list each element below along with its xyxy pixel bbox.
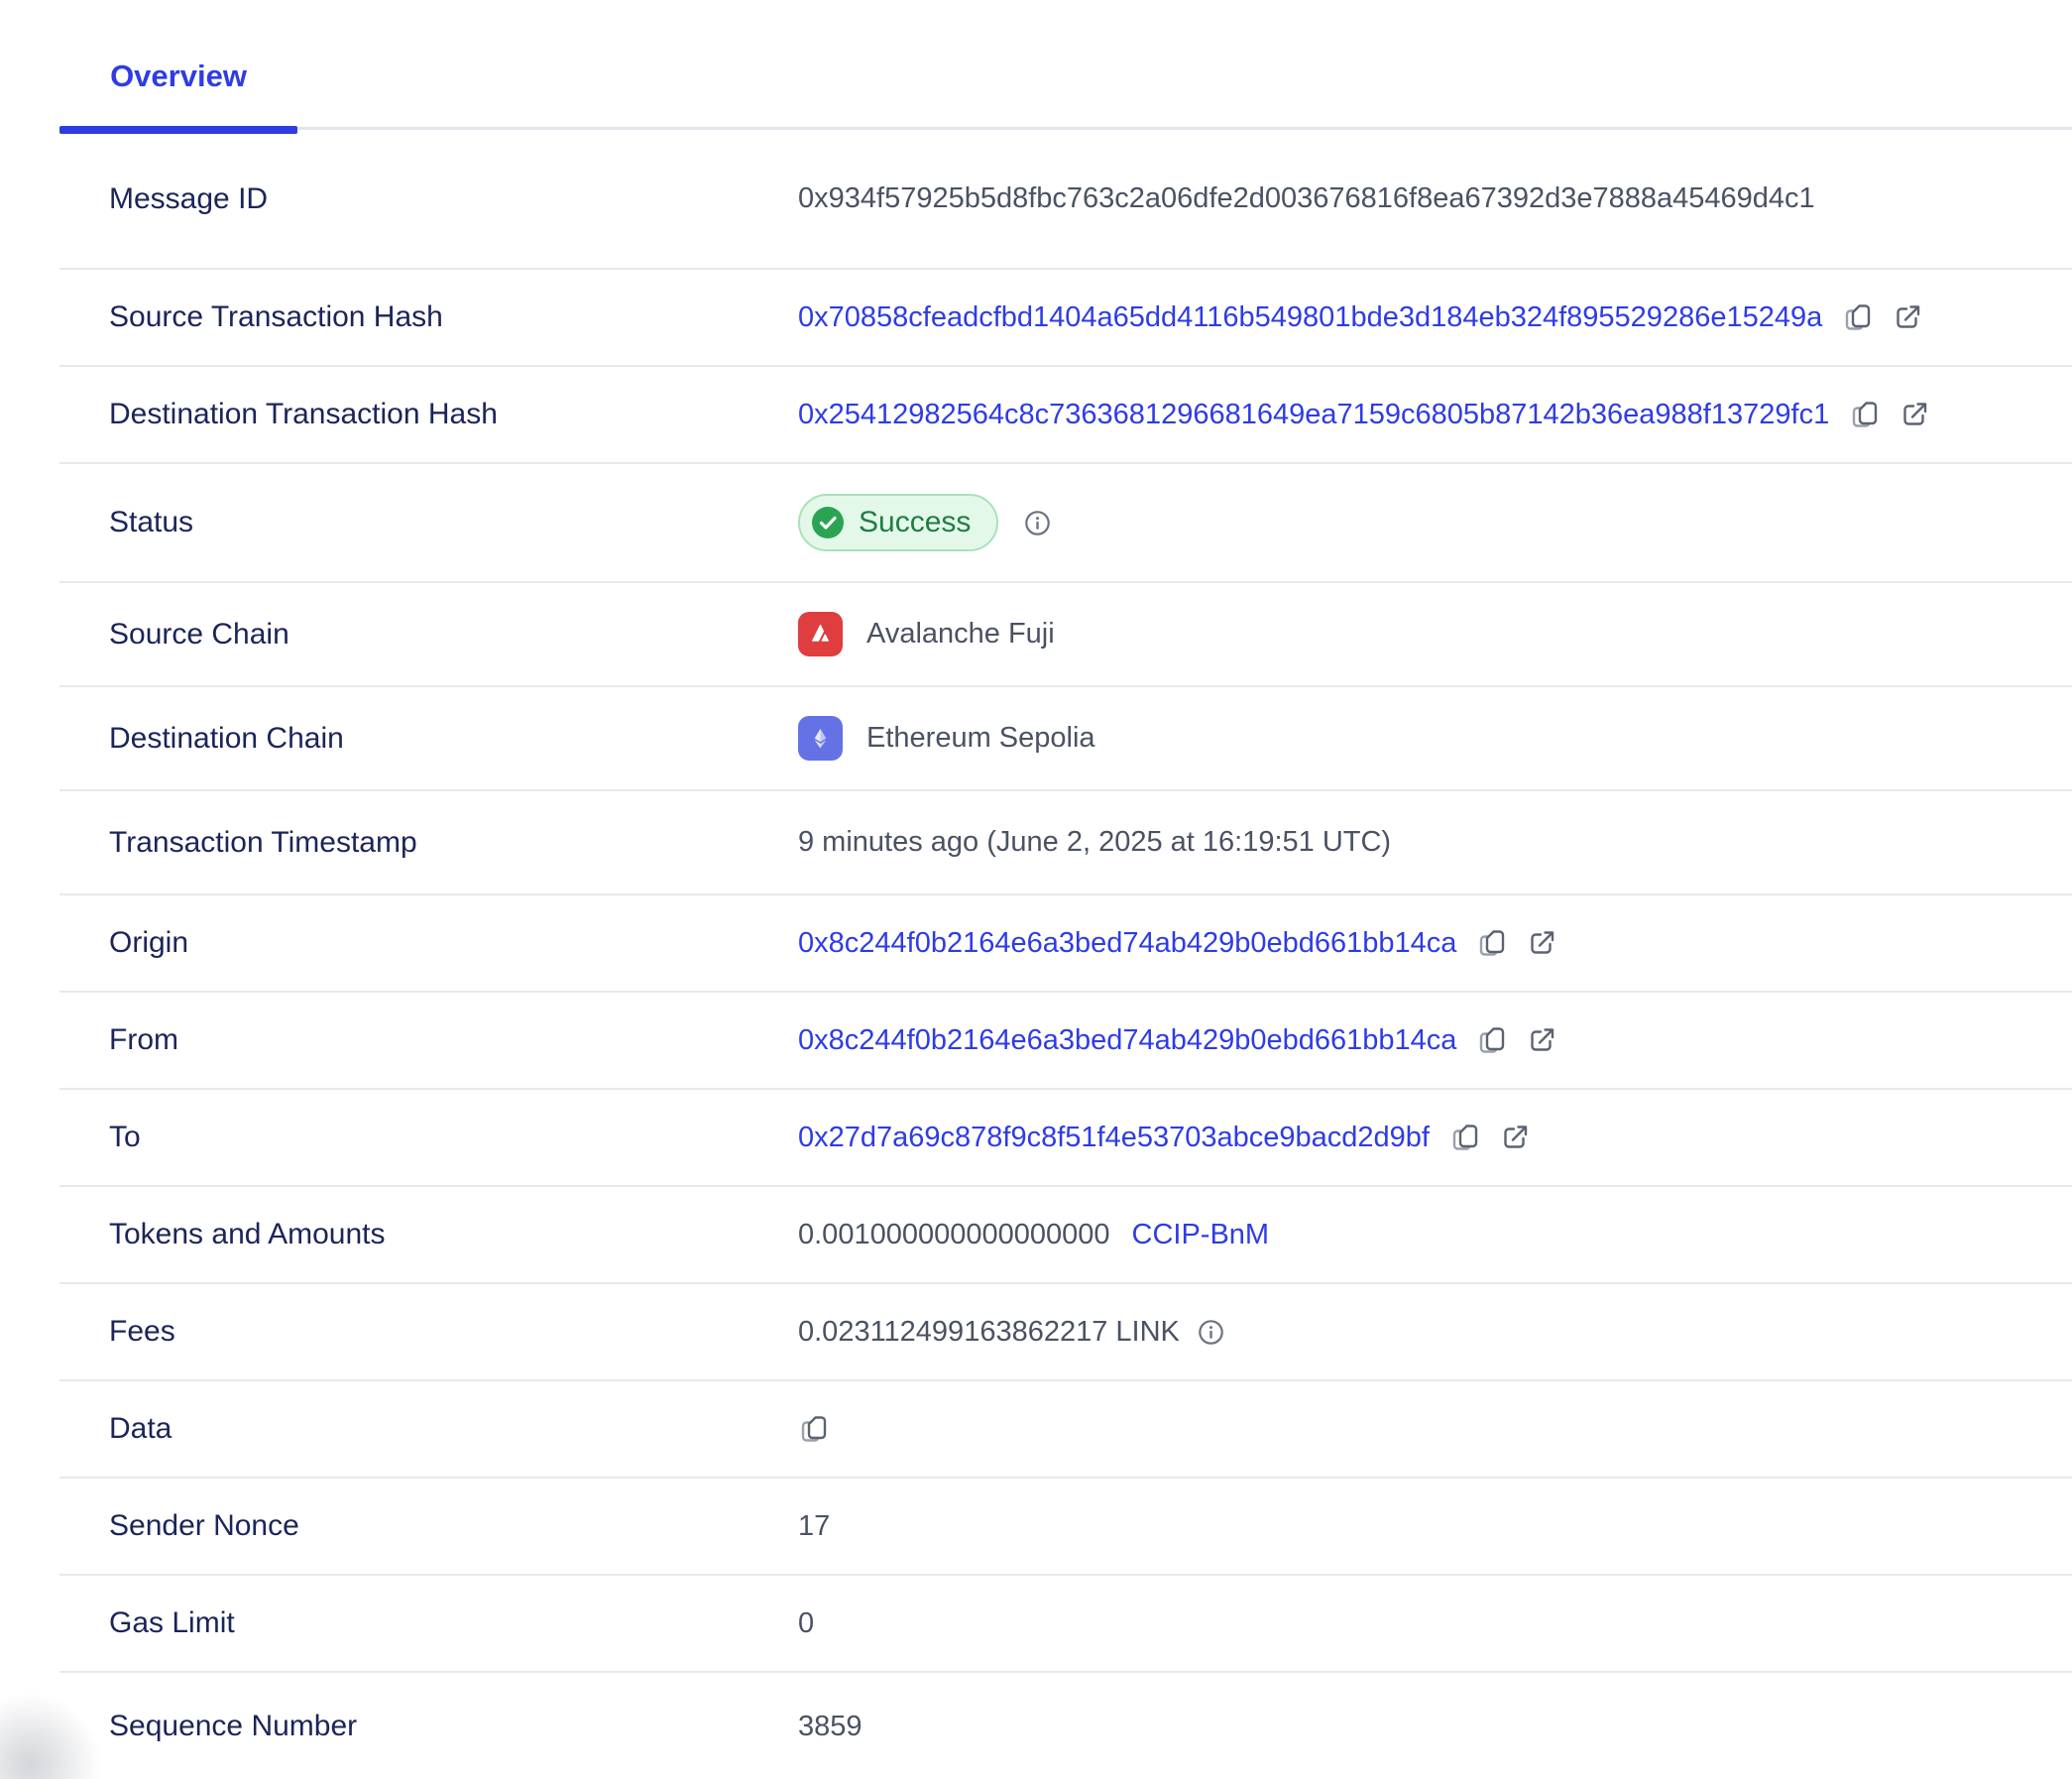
avalanche-icon [798, 612, 843, 656]
sender-nonce-label: Sender Nonce [59, 1509, 798, 1543]
status-badge-text: Success [859, 506, 971, 539]
status-badge: Success [798, 494, 998, 551]
external-link-icon[interactable] [1899, 399, 1930, 430]
transaction-details-table: Message ID 0x934f57925b5d8fbc763c2a06dfe… [59, 130, 2072, 1779]
row-sender-nonce: Sender Nonce 17 [59, 1479, 2072, 1576]
source-tx-hash-link[interactable]: 0x70858cfeadcfbd1404a65dd4116b549801bde3… [798, 301, 1822, 334]
destination-chain-label: Destination Chain [59, 722, 798, 756]
external-link-icon[interactable] [1892, 301, 1923, 333]
sequence-number-label: Sequence Number [59, 1710, 798, 1743]
info-icon[interactable] [1024, 510, 1051, 536]
copy-icon[interactable] [1849, 399, 1881, 430]
row-source-tx-hash: Source Transaction Hash 0x70858cfeadcfbd… [59, 270, 2072, 367]
data-label: Data [59, 1412, 798, 1446]
from-label: From [59, 1023, 798, 1057]
tokens-and-amounts-label: Tokens and Amounts [59, 1218, 798, 1251]
status-label: Status [59, 506, 798, 539]
info-icon[interactable] [1198, 1319, 1224, 1346]
tab-overview[interactable]: Overview [59, 59, 297, 130]
row-destination-tx-hash: Destination Transaction Hash 0x254129825… [59, 367, 2072, 464]
copy-icon[interactable] [1476, 927, 1508, 959]
destination-tx-hash-link[interactable]: 0x25412982564c8c7363681296681649ea7159c6… [798, 399, 1829, 431]
gas-limit-value: 0 [798, 1607, 814, 1640]
message-id-label: Message ID [59, 182, 798, 216]
row-transaction-timestamp: Transaction Timestamp 9 minutes ago (Jun… [59, 791, 2072, 895]
row-to: To 0x27d7a69c878f9c8f51f4e53703abce9bacd… [59, 1090, 2072, 1187]
destination-chain-name: Ethereum Sepolia [866, 722, 1095, 755]
copy-icon[interactable] [1842, 301, 1874, 333]
external-link-icon[interactable] [1526, 927, 1557, 959]
sequence-number-value: 3859 [798, 1711, 863, 1743]
row-sequence-number: Sequence Number 3859 [59, 1673, 2072, 1779]
row-data: Data [59, 1381, 2072, 1479]
source-chain-label: Source Chain [59, 618, 798, 652]
row-destination-chain: Destination Chain Ethereum Sepolia [59, 687, 2072, 791]
row-source-chain: Source Chain Avalanche Fuji [59, 583, 2072, 687]
token-amount: 0.001000000000000000 [798, 1219, 1110, 1251]
tab-overview-label: Overview [110, 59, 247, 93]
gas-limit-label: Gas Limit [59, 1606, 798, 1640]
source-chain-name: Avalanche Fuji [866, 618, 1055, 651]
transaction-timestamp-value: 9 minutes ago (June 2, 2025 at 16:19:51 … [798, 826, 1391, 859]
row-tokens-and-amounts: Tokens and Amounts 0.001000000000000000 … [59, 1187, 2072, 1284]
external-link-icon[interactable] [1499, 1122, 1531, 1153]
ethereum-icon [798, 716, 843, 761]
from-address-link[interactable]: 0x8c244f0b2164e6a3bed74ab429b0ebd661bb14… [798, 1024, 1456, 1057]
source-tx-hash-label: Source Transaction Hash [59, 300, 798, 334]
copy-icon[interactable] [1449, 1122, 1481, 1153]
check-circle-icon [811, 506, 845, 539]
row-from: From 0x8c244f0b2164e6a3bed74ab429b0ebd66… [59, 993, 2072, 1090]
copy-icon[interactable] [798, 1413, 830, 1445]
fees-label: Fees [59, 1315, 798, 1349]
row-gas-limit: Gas Limit 0 [59, 1576, 2072, 1673]
origin-label: Origin [59, 926, 798, 960]
message-id-value: 0x934f57925b5d8fbc763c2a06dfe2d003676816… [798, 182, 1815, 215]
row-fees: Fees 0.023112499163862217 LINK [59, 1284, 2072, 1381]
row-origin: Origin 0x8c244f0b2164e6a3bed74ab429b0ebd… [59, 895, 2072, 993]
sender-nonce-value: 17 [798, 1510, 830, 1543]
to-label: To [59, 1121, 798, 1154]
row-status: Status Success [59, 464, 2072, 583]
tab-bar: Overview [0, 0, 2072, 130]
to-address-link[interactable]: 0x27d7a69c878f9c8f51f4e53703abce9bacd2d9… [798, 1122, 1430, 1154]
fees-value: 0.023112499163862217 LINK [798, 1316, 1180, 1349]
destination-tx-hash-label: Destination Transaction Hash [59, 398, 798, 431]
origin-address-link[interactable]: 0x8c244f0b2164e6a3bed74ab429b0ebd661bb14… [798, 927, 1456, 960]
copy-icon[interactable] [1476, 1024, 1508, 1056]
external-link-icon[interactable] [1526, 1024, 1557, 1056]
transaction-timestamp-label: Transaction Timestamp [59, 826, 798, 860]
token-link[interactable]: CCIP-BnM [1132, 1219, 1270, 1251]
row-message-id: Message ID 0x934f57925b5d8fbc763c2a06dfe… [59, 130, 2072, 270]
